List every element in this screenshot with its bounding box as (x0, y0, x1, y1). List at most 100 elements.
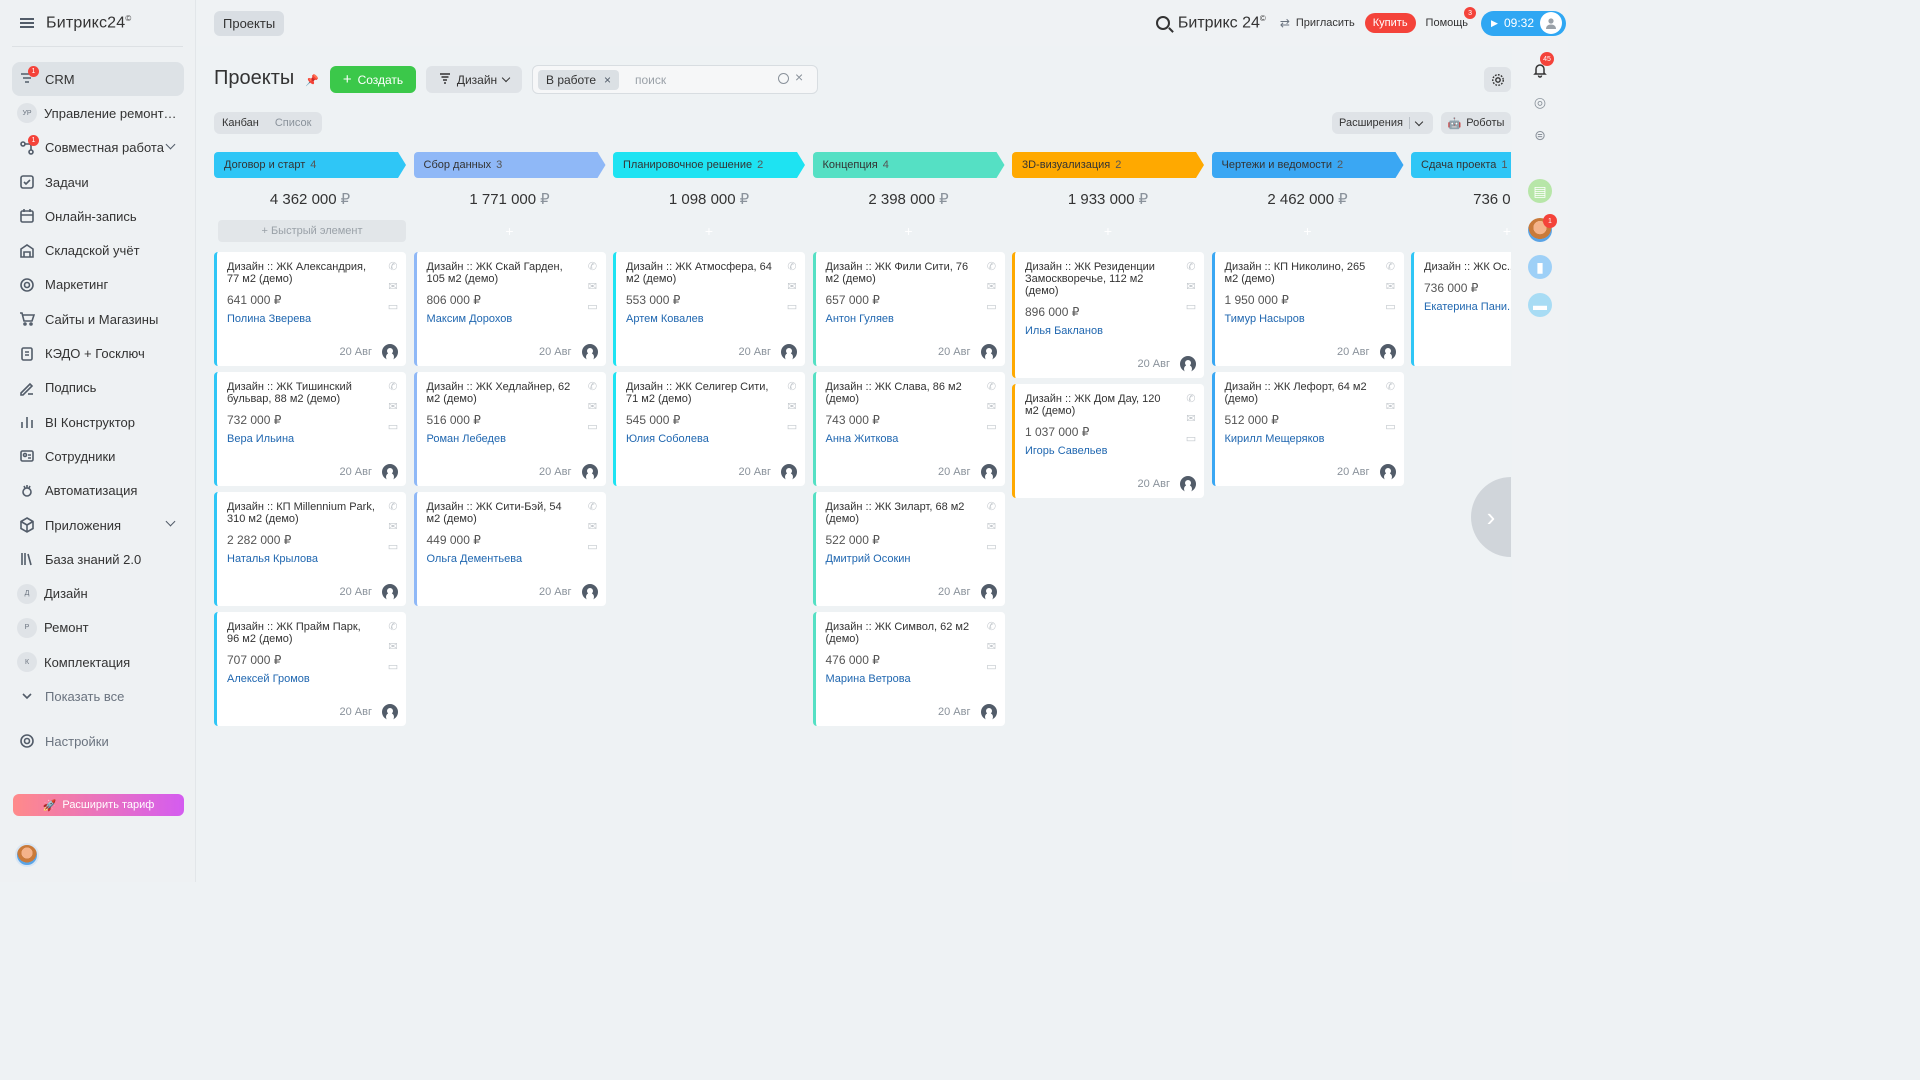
deal-responsible[interactable]: Дмитрий Осокин (826, 553, 975, 565)
chat-icon[interactable]: ▭ (787, 420, 797, 433)
sidebar-item-18[interactable]: К Комплектация (12, 645, 184, 679)
chat-search-icon[interactable]: ⊜ (1528, 123, 1552, 147)
phone-icon[interactable]: ✆ (787, 380, 796, 393)
column-header[interactable]: 3D-визуализация 2 (1012, 152, 1204, 178)
upgrade-plan-button[interactable]: 🚀 Расширить тариф (13, 794, 184, 816)
mail-icon[interactable]: ✉ (388, 640, 397, 653)
clear-icon[interactable]: × (795, 69, 803, 85)
search-icon[interactable] (778, 73, 789, 84)
deal-responsible[interactable]: Игорь Савельев (1025, 445, 1174, 457)
sidebar-item-11[interactable]: BI Конструктор (12, 405, 184, 439)
deal-card[interactable]: Дизайн :: КП Millennium Park, 310 м2 (де… (214, 492, 406, 606)
add-card-plus[interactable]: + (1212, 220, 1404, 242)
chat-icon[interactable]: ▭ (1385, 420, 1395, 433)
sidebar-item-2[interactable]: УР Управление ремонтом (12, 96, 184, 130)
header-tab-projects[interactable]: Проекты (214, 11, 285, 36)
deal-responsible[interactable]: Артем Ковалев (626, 313, 775, 325)
deal-card[interactable]: Дизайн :: ЖК Зиларт, 68 м2 (демо) 522 00… (812, 492, 1005, 606)
deal-card[interactable]: Дизайн :: ЖК Ос... (демо) 736 000 ₽ Екат… (1411, 252, 1511, 366)
phone-icon[interactable]: ✆ (588, 500, 597, 513)
settings-gear-button[interactable] (1484, 67, 1511, 92)
mail-icon[interactable]: ✉ (588, 400, 597, 413)
add-card-plus[interactable]: + (1012, 220, 1204, 242)
user-avatar-icon[interactable] (1379, 344, 1396, 360)
deal-card[interactable]: Дизайн :: ЖК Символ, 62 м2 (демо) 476 00… (812, 612, 1005, 726)
column-header[interactable]: Концепция 4 (813, 152, 1005, 178)
deal-responsible[interactable]: Екатерина Пани... (1424, 301, 1511, 313)
phone-icon[interactable]: ✆ (987, 380, 996, 393)
sidebar-item-14[interactable]: Приложения (12, 508, 184, 542)
deal-responsible[interactable]: Кирилл Мещеряков (1225, 433, 1374, 445)
chat-icon[interactable]: ▭ (587, 420, 597, 433)
user-avatar-icon[interactable] (382, 344, 398, 360)
chat-icon[interactable]: ▭ (388, 300, 398, 313)
deal-card[interactable]: Дизайн :: ЖК Слава, 86 м2 (демо) 743 000… (812, 372, 1005, 486)
user-avatar-icon[interactable] (1379, 464, 1396, 480)
chat-icon[interactable]: ▭ (787, 300, 797, 313)
deal-card[interactable]: Дизайн :: ЖК Сити-Бэй, 54 м2 (демо) 449 … (413, 492, 606, 606)
user-avatar-icon[interactable] (980, 344, 997, 360)
mail-icon[interactable]: ✉ (987, 640, 996, 653)
phone-icon[interactable]: ✆ (388, 380, 397, 393)
column-header[interactable]: Планировочное решение 2 (613, 152, 805, 178)
phone-icon[interactable]: ✆ (1186, 260, 1195, 273)
robots-button[interactable]: 🤖 Роботы (1441, 112, 1511, 134)
phone-icon[interactable]: ✆ (388, 620, 397, 633)
sidebar-item-12[interactable]: Сотрудники (12, 439, 184, 473)
sidebar-item-15[interactable]: База знаний 2.0 (12, 542, 184, 576)
user-avatar-icon[interactable] (1180, 356, 1196, 372)
chat-icon[interactable]: ▭ (587, 300, 597, 313)
add-card-plus[interactable]: + (1411, 220, 1511, 242)
sidebar-item-1[interactable]: 1 CRM (12, 62, 184, 97)
copilot-icon[interactable]: ◎ (1528, 90, 1552, 114)
deal-card[interactable]: Дизайн :: ЖК Хедлайнер, 62 м2 (демо) 516… (413, 372, 606, 486)
chat-icon[interactable]: ▭ (388, 540, 398, 553)
phone-icon[interactable]: ✆ (1186, 392, 1195, 405)
sidebar-item-5[interactable]: Онлайн-запись (12, 199, 184, 233)
mail-icon[interactable]: ✉ (987, 520, 996, 533)
chat-icon[interactable]: ▭ (986, 540, 996, 553)
deal-card[interactable]: Дизайн :: ЖК Прайм Парк, 96 м2 (демо) 70… (214, 612, 406, 726)
phone-icon[interactable]: ✆ (588, 380, 597, 393)
sidebar-item-17[interactable]: Р Ремонт (12, 611, 184, 645)
user-avatar-icon[interactable] (382, 464, 398, 480)
deal-card[interactable]: Дизайн :: ЖК Резиденции Замоскворечье, 1… (1012, 252, 1204, 378)
quick-add-button[interactable]: + Быстрый элемент (218, 220, 406, 242)
deal-responsible[interactable]: Антон Гуляев (826, 313, 975, 325)
deal-responsible[interactable]: Максим Дорохов (427, 313, 576, 325)
phone-icon[interactable]: ✆ (787, 260, 796, 273)
mail-icon[interactable]: ✉ (388, 520, 397, 533)
phone-icon[interactable]: ✆ (1386, 260, 1395, 273)
deal-responsible[interactable]: Алексей Громов (227, 673, 376, 685)
user-avatar[interactable] (15, 843, 39, 867)
view-kanban-tab[interactable]: Канбан (214, 117, 267, 129)
user-avatar-icon[interactable] (581, 344, 598, 360)
deal-responsible[interactable]: Вера Ильина (227, 433, 376, 445)
chevron-down-icon[interactable] (165, 516, 176, 527)
chevron-down-icon[interactable] (165, 139, 176, 150)
menu-burger-icon[interactable] (20, 18, 34, 28)
deal-responsible[interactable]: Илья Бакланов (1025, 325, 1174, 337)
user-avatar-icon[interactable] (1180, 476, 1196, 492)
phone-icon[interactable]: ✆ (588, 260, 597, 273)
deal-card[interactable]: Дизайн :: ЖК Атмосфера, 64 м2 (демо) 553… (613, 252, 805, 366)
app-logo[interactable]: Битрикс24© (46, 14, 132, 32)
mail-icon[interactable]: ✉ (1386, 280, 1395, 293)
buy-button[interactable]: Купить (1364, 13, 1416, 33)
filter-chip[interactable]: В работе × (538, 70, 620, 90)
user-avatar-icon[interactable] (781, 464, 797, 480)
chat-icon[interactable]: ▭ (388, 420, 398, 433)
add-card-plus[interactable]: + (813, 220, 1005, 242)
sidebar-settings[interactable]: Настройки (12, 724, 184, 758)
sheet-icon[interactable]: ▤ (1528, 179, 1552, 203)
close-icon[interactable]: × (604, 73, 611, 87)
sidebar-item-6[interactable]: Складской учёт (12, 233, 184, 267)
swap-icon[interactable]: ⇄ (1280, 16, 1290, 30)
create-button[interactable]: + Создать (330, 66, 416, 93)
chat-icon[interactable]: ▭ (1186, 300, 1196, 313)
mail-icon[interactable]: ✉ (1186, 412, 1195, 425)
deal-responsible[interactable]: Анна Житкова (826, 433, 975, 445)
sidebar-item-16[interactable]: Д Дизайн (12, 576, 184, 610)
phone-icon[interactable]: ✆ (987, 620, 996, 633)
sidebar-item-7[interactable]: Маркетинг (12, 268, 184, 302)
